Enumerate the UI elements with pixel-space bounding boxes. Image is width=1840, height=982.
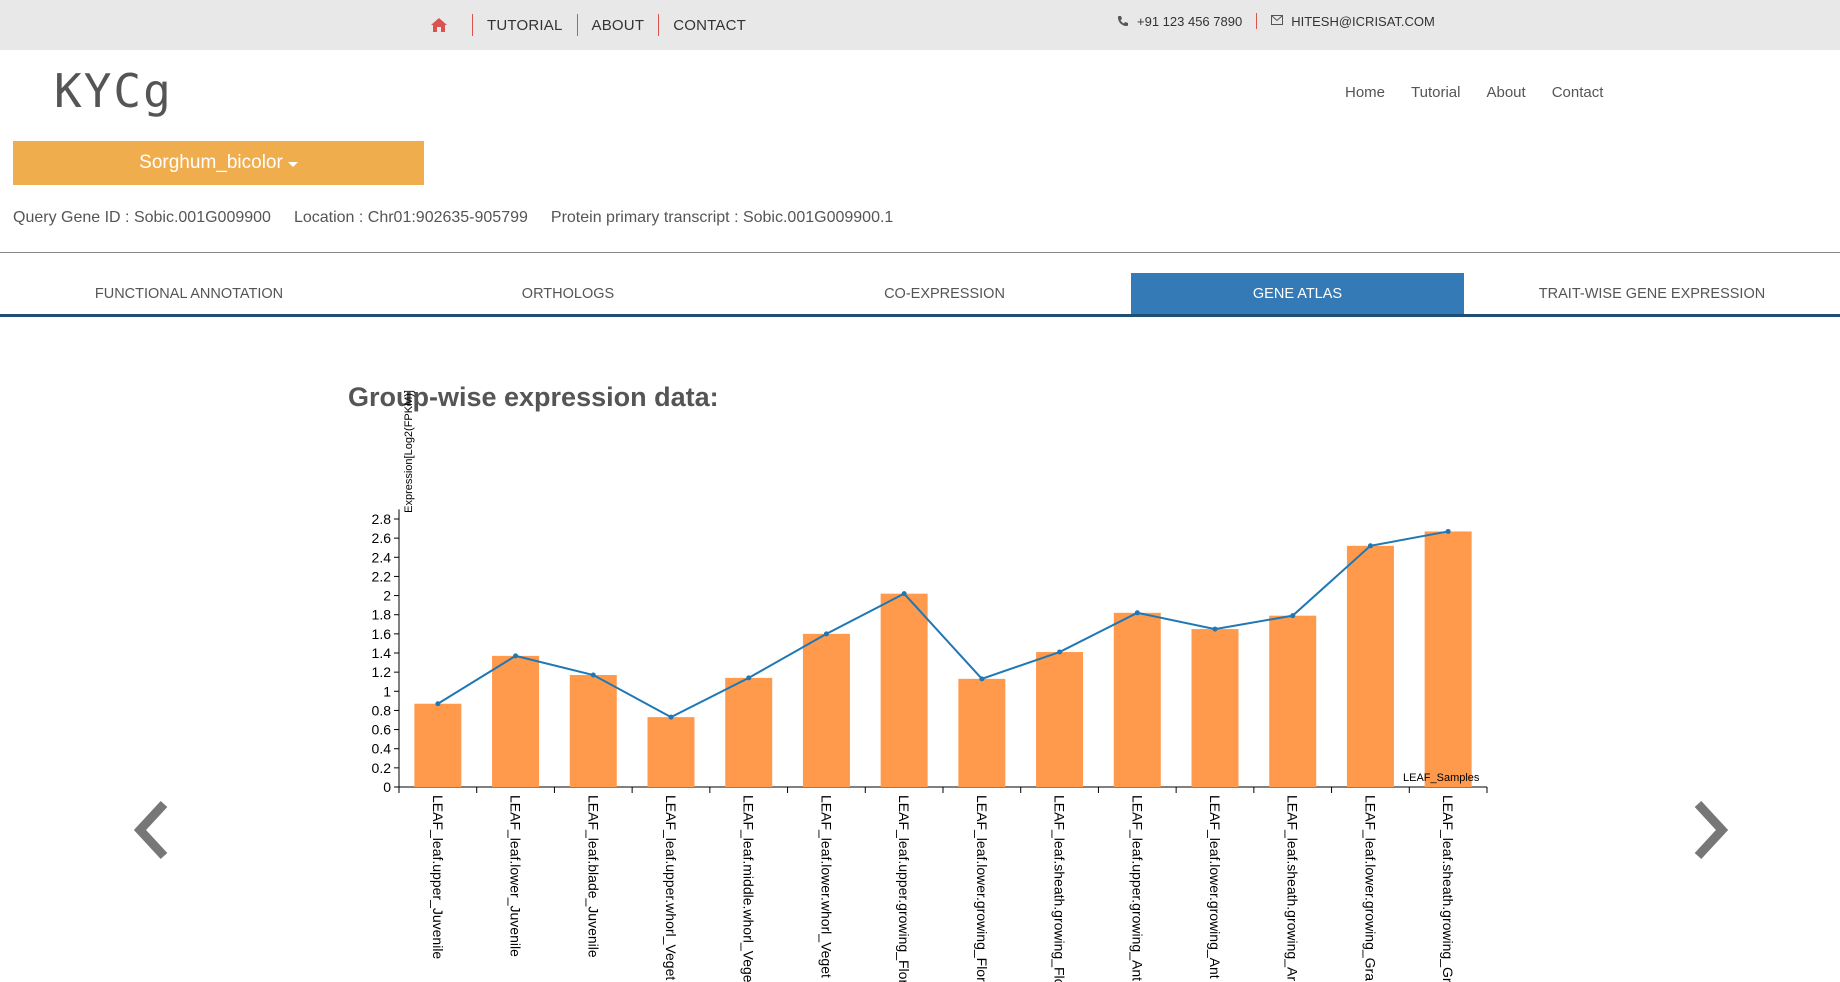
- top-link-contact[interactable]: CONTACT: [659, 17, 760, 34]
- y-tick-label: 1.8: [372, 607, 392, 623]
- nav-tutorial[interactable]: Tutorial: [1411, 84, 1460, 101]
- top-link-about[interactable]: ABOUT: [578, 17, 659, 34]
- bar: [647, 717, 695, 787]
- x-tick-label: LEAF_leaf.upper.growing_Ant: [1129, 795, 1145, 981]
- bar: [958, 678, 1006, 787]
- x-tick-label: LEAF_leaf.lower.whorl_Veget: [818, 795, 834, 978]
- email-link[interactable]: HITESH@ICRISAT.COM: [1291, 14, 1435, 29]
- bar: [1269, 615, 1317, 787]
- caret-down-icon: [287, 162, 298, 167]
- y-tick-label: 0: [383, 779, 391, 795]
- y-tick-label: 2.8: [372, 511, 392, 527]
- bar: [1036, 652, 1084, 787]
- y-tick-label: 1.2: [372, 664, 392, 680]
- x-tick-label: LEAF_leaf.lower.growing_Ant: [1207, 795, 1223, 979]
- x-tick-label: LEAF_leaf.lower.growing_Flor: [974, 795, 990, 982]
- bar: [414, 703, 462, 787]
- home-icon[interactable]: [428, 14, 450, 36]
- chevron-left-icon[interactable]: [130, 800, 170, 860]
- y-tick-label: 2.4: [372, 549, 392, 565]
- gene-location: Location : Chr01:902635-905799: [293, 209, 528, 226]
- tab-functional-annotation[interactable]: FUNCTIONAL ANNOTATION: [0, 273, 378, 314]
- top-bar: TUTORIAL ABOUT CONTACT +91 123 456 7890 …: [0, 0, 1840, 50]
- tab-gene-atlas[interactable]: GENE ATLAS: [1131, 273, 1464, 314]
- series-point: [1290, 613, 1296, 619]
- series-point: [513, 653, 519, 659]
- divider: [0, 252, 1840, 253]
- bar: [1113, 612, 1161, 787]
- bar: [569, 675, 617, 787]
- nav-about[interactable]: About: [1486, 84, 1525, 101]
- y-tick-label: 0.2: [372, 760, 392, 776]
- tab-trait-wise-gene-expression[interactable]: TRAIT-WISE GENE EXPRESSION: [1464, 273, 1840, 314]
- series-point: [979, 676, 985, 682]
- chevron-right-icon[interactable]: [1692, 800, 1732, 860]
- tab-bar: FUNCTIONAL ANNOTATION ORTHOLOGS CO-EXPRE…: [0, 273, 1840, 317]
- y-tick-label: 2.2: [372, 568, 392, 584]
- series-point: [1057, 649, 1063, 655]
- y-tick-label: 1: [383, 683, 391, 699]
- y-tick-label: 0.8: [372, 702, 392, 718]
- series-point: [1134, 610, 1140, 616]
- x-tick-label: LEAF_leaf.sheath.growing_Flo: [1052, 795, 1068, 982]
- species-selected: Sorghum_bicolor: [139, 152, 283, 173]
- x-tick-label: LEAF_leaf.upper_Juvenile: [430, 795, 446, 959]
- phone-icon: [1117, 15, 1129, 27]
- series-point: [901, 591, 907, 597]
- bar: [1191, 629, 1239, 787]
- series-point: [668, 714, 674, 720]
- y-tick-label: 2.6: [372, 530, 392, 546]
- query-gene-id: Query Gene ID : Sobic.001G009900: [13, 209, 271, 226]
- x-tick-label: LEAF_leaf.upper.growing_Flor: [896, 795, 912, 982]
- x-tick-label: LEAF_leaf.middle.whorl_Vege: [741, 795, 757, 982]
- series-line: [437, 530, 1449, 719]
- protein-transcript: Protein primary transcript : Sobic.001G0…: [550, 209, 894, 226]
- main-nav: Home Tutorial About Contact: [1345, 84, 1629, 101]
- y-tick-label: 2: [383, 588, 391, 604]
- x-tick-label: LEAF_leaf.sheath.growing_Gr: [1440, 795, 1456, 982]
- phone-number[interactable]: +91 123 456 7890: [1137, 14, 1242, 29]
- x-tick-label: LEAF_leaf.lower.growing_Gra: [1362, 795, 1378, 981]
- section-title: Group-wise expression data:: [348, 382, 719, 412]
- bar: [880, 593, 928, 787]
- top-nav: TUTORIAL ABOUT CONTACT: [428, 0, 760, 50]
- contact-info: +91 123 456 7890 HITESH@ICRISAT.COM: [1117, 0, 1435, 42]
- x-tick-label: LEAF_leaf.sheath.growing_Ar: [1285, 795, 1301, 981]
- y-tick-label: 1.6: [372, 626, 392, 642]
- series-point: [590, 672, 596, 678]
- bar: [1424, 531, 1472, 787]
- tab-orthologs[interactable]: ORTHOLOGS: [378, 273, 758, 314]
- series-point: [1445, 528, 1451, 534]
- x-tick-label: LEAF_leaf.blade_Juvenile: [585, 795, 601, 958]
- series-point: [435, 701, 441, 707]
- series-point: [746, 675, 752, 681]
- bar: [492, 655, 540, 787]
- y-tick-label: 1.4: [372, 645, 392, 661]
- x-tick-label: LEAF_leaf.lower_Juvenile: [508, 795, 524, 957]
- legend-label: LEAF_Samples: [1403, 772, 1480, 784]
- gene-info: Query Gene ID : Sobic.001G009900 Locatio…: [13, 209, 916, 227]
- envelope-icon: [1271, 15, 1284, 27]
- y-tick-label: 0.4: [372, 741, 392, 757]
- divider: [1256, 13, 1258, 29]
- tab-co-expression[interactable]: CO-EXPRESSION: [758, 273, 1131, 314]
- nav-contact[interactable]: Contact: [1552, 84, 1604, 101]
- series-point: [823, 631, 829, 637]
- top-link-tutorial[interactable]: TUTORIAL: [473, 17, 577, 34]
- series-point: [1212, 626, 1218, 632]
- bar: [725, 677, 773, 787]
- bar: [802, 633, 850, 787]
- bar: [1346, 545, 1394, 787]
- series-point: [1367, 543, 1373, 549]
- site-logo[interactable]: KYCg: [54, 64, 173, 118]
- y-tick-label: 0.6: [372, 722, 392, 738]
- species-dropdown[interactable]: Sorghum_bicolor: [13, 141, 424, 185]
- nav-home[interactable]: Home: [1345, 84, 1385, 101]
- x-tick-label: LEAF_leaf.upper.whorl_Veget: [663, 795, 679, 980]
